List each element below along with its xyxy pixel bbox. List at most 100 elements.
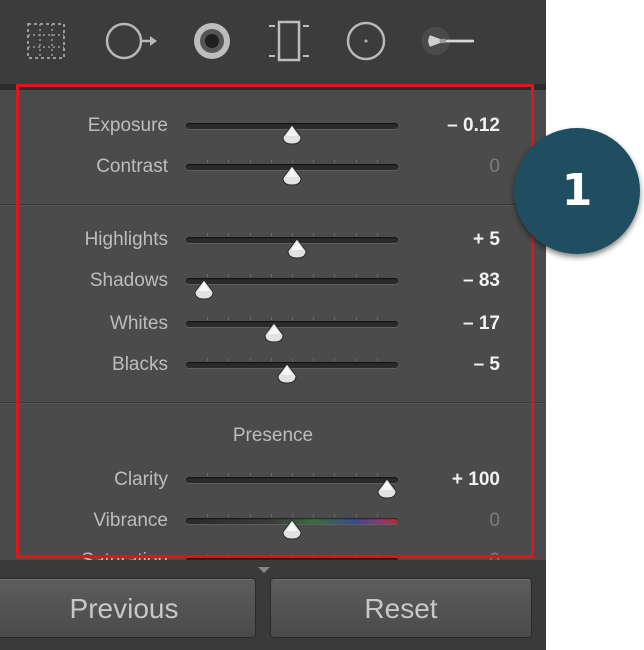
clarity-value[interactable]: + 100 (452, 465, 500, 495)
contrast-slider-thumb[interactable] (282, 165, 302, 187)
slider-tick (270, 358, 272, 361)
slider-tick (249, 473, 251, 476)
slider-tick (270, 473, 272, 476)
vibrance-slider[interactable] (186, 514, 398, 540)
step-number: 1 (561, 165, 593, 216)
exposure-slider-thumb[interactable] (282, 124, 302, 146)
vibrance-row: Vibrance 0 (0, 506, 546, 540)
slider-tick (313, 160, 315, 163)
shadows-label: Shadows (89, 270, 168, 291)
whites-value[interactable]: – 17 (463, 309, 500, 339)
vibrance-label: Vibrance (93, 510, 168, 531)
slider-tick (207, 358, 209, 361)
clarity-slider-thumb[interactable] (377, 478, 397, 500)
slider-tick (313, 358, 315, 361)
slider-tick (207, 554, 209, 557)
highlights-slider-thumb[interactable] (287, 238, 307, 260)
slider-tick (270, 160, 272, 163)
vibrance-value[interactable]: 0 (489, 506, 500, 536)
graduated-filter-icon[interactable] (257, 16, 321, 66)
slider-tick (376, 554, 378, 557)
vibrance-slider-thumb[interactable] (282, 519, 302, 541)
previous-button[interactable]: Previous (0, 578, 256, 638)
contrast-row: Contrast 0 (0, 152, 546, 186)
slider-tick (355, 554, 357, 557)
slider-tick (270, 554, 272, 557)
contrast-slider[interactable] (186, 160, 398, 186)
shadows-slider-thumb[interactable] (194, 279, 214, 301)
shadows-slider[interactable] (186, 274, 398, 300)
slider-tick (376, 514, 378, 517)
slider-tick (292, 554, 293, 557)
slider-tick (270, 514, 272, 517)
slider-tick (228, 514, 230, 517)
blacks-value[interactable]: – 5 (474, 350, 500, 380)
radial-filter-icon[interactable] (334, 16, 398, 66)
slider-tick (249, 554, 251, 557)
exposure-slider[interactable] (186, 123, 398, 145)
slider-tick (355, 317, 357, 320)
slider-tick (334, 473, 336, 476)
slider-tick (228, 317, 230, 320)
spot-removal-icon[interactable] (98, 16, 162, 66)
exposure-value[interactable]: – 0.12 (447, 111, 500, 141)
slider-tick (334, 554, 336, 557)
slider-tick (249, 233, 251, 236)
slider-tick (249, 514, 251, 517)
saturation-ticks (186, 554, 398, 557)
exposure-row: Exposure – 0.12 (0, 111, 546, 145)
highlights-label: Highlights (84, 229, 168, 250)
highlights-value[interactable]: + 5 (473, 225, 500, 255)
whites-slider-thumb[interactable] (264, 322, 284, 344)
crop-overlay-icon[interactable] (14, 16, 78, 66)
tool-strip (0, 0, 546, 84)
whites-ticks (186, 317, 398, 320)
slider-tick (313, 473, 315, 476)
adjustment-brush-icon[interactable] (420, 16, 484, 66)
clarity-label: Clarity (114, 469, 168, 490)
slider-tick (207, 233, 209, 236)
slider-tick (292, 473, 293, 476)
panel-collapse-caret-icon[interactable] (258, 567, 270, 573)
whites-slider[interactable] (186, 317, 398, 343)
slider-tick (355, 274, 357, 277)
basic-adjustments: Exposure – 0.12 Contrast 0 Highlights + … (0, 90, 546, 560)
slider-tick (376, 274, 378, 277)
saturation-value[interactable]: 0 (489, 546, 500, 560)
slider-tick (355, 358, 357, 361)
section-divider (0, 402, 546, 404)
slider-tick (376, 160, 378, 163)
highlights-ticks (186, 233, 398, 236)
contrast-value[interactable]: 0 (489, 152, 500, 182)
slider-tick (228, 358, 230, 361)
slider-tick (292, 358, 293, 361)
slider-tick (292, 233, 293, 236)
slider-tick (355, 233, 357, 236)
slider-tick (376, 317, 378, 320)
blacks-row: Blacks – 5 (0, 350, 546, 384)
blacks-slider-thumb[interactable] (277, 363, 297, 385)
blacks-label: Blacks (112, 354, 168, 375)
highlights-slider[interactable] (186, 233, 398, 259)
slider-tick (207, 514, 209, 517)
contrast-label: Contrast (96, 156, 168, 177)
slider-tick (270, 317, 272, 320)
slider-tick (376, 358, 378, 361)
reset-button[interactable]: Reset (270, 578, 532, 638)
slider-tick (292, 274, 293, 277)
slider-tick (207, 473, 209, 476)
slider-tick (228, 233, 230, 236)
clarity-row: Clarity + 100 (0, 465, 546, 499)
slider-tick (334, 160, 336, 163)
red-eye-icon[interactable] (180, 16, 244, 66)
slider-tick (376, 233, 378, 236)
slider-tick (207, 274, 209, 277)
shadows-value[interactable]: – 83 (463, 266, 500, 296)
slider-tick (249, 358, 251, 361)
blacks-slider[interactable] (186, 358, 398, 384)
slider-tick (334, 358, 336, 361)
slider-tick (292, 514, 293, 517)
section-divider (0, 204, 546, 206)
slider-tick (249, 317, 251, 320)
clarity-slider[interactable] (186, 473, 398, 499)
